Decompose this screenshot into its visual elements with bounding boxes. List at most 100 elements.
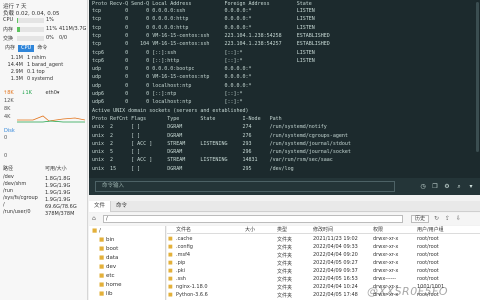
folder-icon: ■ — [99, 291, 105, 297]
command-bar: 命令输入 ◷ ❐ ⚙ ⌕ ▾ — [89, 178, 480, 195]
terminal-scrollbar[interactable] — [476, 2, 479, 152]
col-date[interactable]: 修改时间 — [313, 226, 333, 233]
tab-files[interactable]: 文件 — [89, 201, 112, 212]
col-perm[interactable]: 权限 — [373, 226, 383, 233]
load-text: 负载 0.02, 0.04, 0.05 — [3, 11, 60, 17]
tree-item[interactable]: ■ lib — [99, 291, 113, 297]
search-icon[interactable]: ⌕ — [455, 183, 463, 190]
file-type: 文件夹 — [277, 245, 293, 251]
file-name: .pki — [176, 268, 186, 274]
terminal-line: Proto Recv-Q Send-Q Local Address Foreig… — [92, 1, 312, 7]
tree-item[interactable]: ■ etc — [99, 273, 115, 279]
folder-icon: ■ — [168, 284, 173, 290]
tree-item[interactable]: ■ boot — [99, 246, 118, 252]
history-button[interactable]: 历史 — [411, 215, 430, 223]
file-name: nginx-1.18.0 — [176, 284, 208, 290]
terminal-line: Active UNIX domain sockets (servers and … — [92, 107, 249, 114]
tree-item[interactable]: ■ data — [99, 255, 118, 261]
file-perm: drwxr-xr-x — [373, 268, 399, 274]
process-row: 2.9M 0.1 top — [10, 69, 45, 75]
cpu-label: CPU — [3, 17, 14, 23]
net-down: ↓1K — [21, 90, 32, 96]
disk-tick: 0 — [4, 153, 8, 159]
watermark: @XXSR0F5FO — [367, 285, 449, 298]
file-date: 2022/04/04 09:33 — [313, 244, 358, 250]
path-input[interactable]: / — [103, 215, 403, 223]
download-icon[interactable]: ⇩ — [456, 215, 461, 222]
terminal-line: udp 0 0 VM-16-15-centos:ntp 0.0.0.0:* — [92, 74, 252, 81]
folder-icon: ■ — [99, 264, 105, 270]
file-type: 文件夹 — [277, 277, 293, 283]
terminal-line: unix 2 [ ACC ] STREAM LISTENING 14831 /v… — [92, 157, 333, 164]
file-type: 文件夹 — [277, 293, 293, 299]
file-row[interactable]: ■ .config 文件夹 2022/04/04 09:33 drwxr-xr-x roo… — [167, 244, 480, 251]
folder-icon: ■ — [99, 237, 105, 243]
history-icon[interactable]: ◷ — [419, 183, 427, 190]
terminal-line: unix 15 [ ] DGRAM 295 /dev/log — [92, 165, 294, 172]
copy-icon[interactable]: ❐ — [431, 183, 439, 190]
file-name: Python-3.6.6 — [176, 292, 208, 298]
tab-commands[interactable]: 命令 — [111, 201, 132, 212]
file-owner: root/root — [417, 252, 439, 258]
folder-icon: ■ — [99, 255, 105, 261]
tree-item[interactable]: ■ dev — [99, 264, 116, 270]
file-type: 文件夹 — [277, 261, 293, 267]
command-input[interactable]: 命令输入 — [95, 181, 395, 192]
file-owner: root/root — [417, 268, 439, 274]
file-row[interactable]: ■ .msf4 文件夹 2022/04/04 09:20 drwxr-xr-x root/… — [167, 252, 480, 259]
net-up-line — [17, 115, 85, 122]
terminal-line: unix 5 [ ] DGRAM 296 /run/systemd/journa… — [92, 149, 351, 156]
expand-icon[interactable]: ▾ — [467, 183, 475, 190]
file-owner: root/root — [417, 260, 439, 266]
file-date: 2021/11/23 19:02 — [313, 236, 358, 242]
folder-icon: ■ — [99, 246, 105, 252]
file-owner: root/root — [417, 236, 439, 242]
folder-icon: ■ — [168, 244, 173, 250]
terminal-line: udp6 0 0 [::]:ntp [::]:* — [92, 91, 243, 97]
col-owner[interactable]: 用户/用户组 — [417, 226, 444, 233]
terminal-line: tcp6 0 0 [::]:http [::]:* LISTEN — [92, 57, 315, 64]
file-perm: drwxr-xr-x — [373, 252, 399, 258]
col-type[interactable]: 类型 — [277, 226, 287, 233]
col-name[interactable]: 文件名 — [176, 226, 191, 233]
file-name: .ssh — [176, 276, 186, 282]
file-row[interactable]: ■ .cache 文件夹 2021/11/23 19:02 drwxr-xr-x root… — [167, 236, 480, 243]
file-perm: drwxr-xr-x — [373, 260, 399, 266]
file-manager-tabs: 文件 命令 — [89, 201, 480, 212]
file-date: 2022/04/05 09:27 — [313, 260, 358, 266]
folder-icon: ■ — [168, 236, 173, 242]
file-name: .config — [176, 244, 193, 250]
file-row[interactable]: ■ .pip 文件夹 2022/04/05 09:27 drwxr-xr-x root/r… — [167, 260, 480, 267]
folder-up-icon[interactable]: ⌂ — [92, 215, 96, 222]
network-header: ↑8K ↓1K eth0▾ — [3, 90, 59, 96]
file-owner: root/root — [417, 276, 439, 282]
disk-row: /run/user/0 378M/378M — [3, 209, 75, 217]
net-up: ↑8K — [3, 90, 14, 96]
tree-item[interactable]: ■ home — [99, 282, 122, 288]
file-row[interactable]: ■ .ssh 文件夹 2022/04/05 16:53 drwx------ root/r… — [167, 276, 480, 283]
tree-item[interactable]: ■ bin — [99, 237, 114, 243]
net-iface-select[interactable]: eth0 — [46, 90, 57, 96]
terminal-line: tcp 0 0 0.0.0.0:http 0.0.0.0:* LISTEN — [92, 24, 315, 31]
process-sort-tabs: 内存 CPU 命令 — [2, 45, 84, 52]
settings-icon[interactable]: ⚙ — [443, 183, 451, 190]
terminal-line: unix 2 [ ] DGRAM 276 /run/systemd/cgroup… — [92, 132, 348, 139]
file-date: 2022/04/05 17:48 — [313, 292, 358, 298]
tab-sort-cmd[interactable]: 命令 — [34, 45, 50, 52]
terminal-line: udp 0 0 localhost:ntp 0.0.0.0:* — [92, 82, 252, 89]
tab-sort-cpu[interactable]: CPU — [18, 45, 35, 52]
folder-icon: ■ — [168, 268, 173, 274]
refresh-icon[interactable]: ↻ — [434, 215, 439, 222]
swap-label: 交换 — [3, 36, 14, 42]
terminal-line: tcp 0 0 0.0.0.0:http 0.0.0.0:* LISTEN — [92, 16, 315, 23]
mem-meter: 内存 11% 411M/3.7G — [2, 26, 87, 33]
swap-meter: 交换 0% 0/0 — [2, 35, 84, 42]
upload-icon[interactable]: ⇪ — [445, 215, 450, 222]
file-row[interactable]: ■ .pki 文件夹 2022/04/09 09:37 drwxr-xr-x root/r… — [167, 268, 480, 275]
mem-text: 411M/3.7G — [59, 26, 87, 32]
tab-sort-mem[interactable]: 内存 — [2, 45, 18, 52]
col-size[interactable]: 大小 — [245, 226, 255, 233]
chevron-down-icon[interactable]: ▾ — [57, 90, 60, 96]
tree-item-root[interactable]: ■ / — [92, 228, 101, 234]
terminal-output[interactable]: Proto Recv-Q Send-Q Local Address Foreig… — [89, 0, 480, 195]
